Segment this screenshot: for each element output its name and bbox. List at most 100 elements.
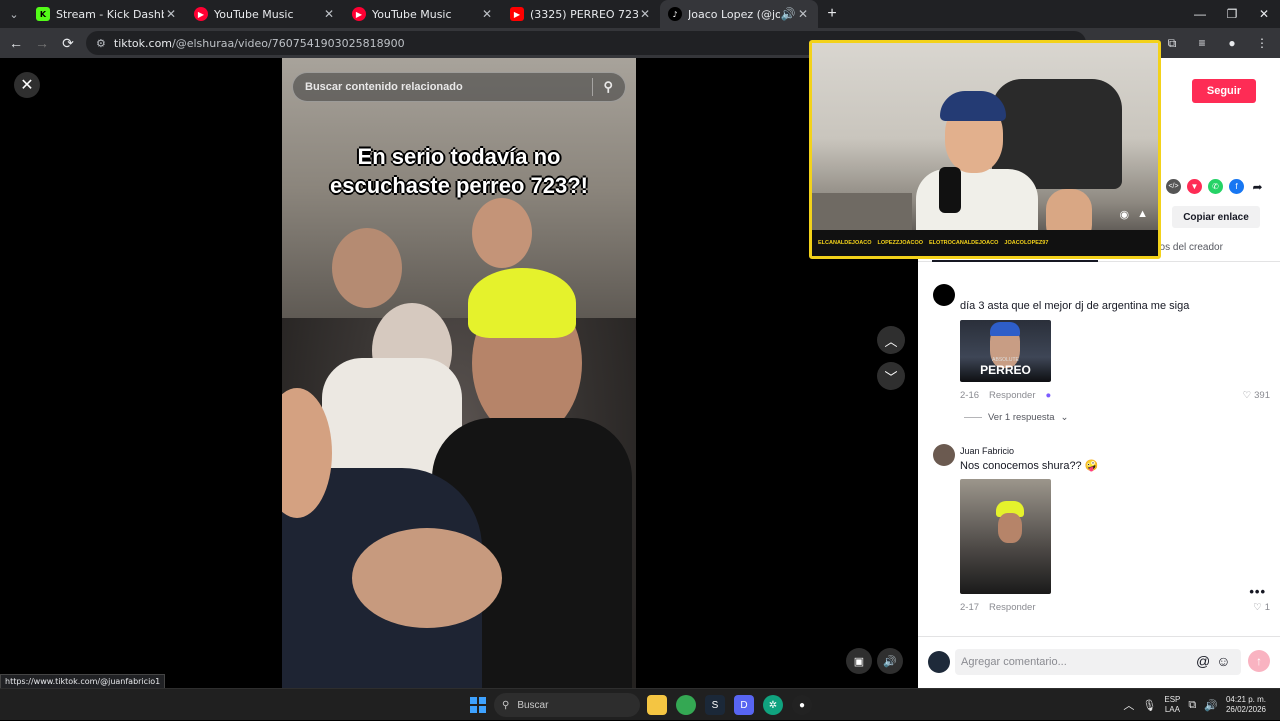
search-icon[interactable]: ⚲ bbox=[603, 79, 613, 95]
whatsapp-icon[interactable]: ✆ bbox=[1208, 179, 1223, 194]
restore-icon[interactable]: ❐ bbox=[1216, 0, 1248, 28]
tab-title: YouTube Music bbox=[372, 7, 452, 21]
embed-icon[interactable]: </> bbox=[1166, 179, 1181, 194]
kick-icon: K bbox=[36, 7, 50, 21]
avatar[interactable] bbox=[933, 444, 955, 466]
comment-date: 2-16 bbox=[960, 390, 980, 401]
user-avatar[interactable] bbox=[928, 651, 950, 673]
avatar[interactable] bbox=[933, 284, 955, 306]
like-count: 391 bbox=[1254, 390, 1270, 401]
reload-icon[interactable]: ⟳ bbox=[56, 31, 80, 55]
taskbar-search[interactable]: ⚲ Buscar bbox=[494, 693, 640, 717]
browser-tab-strip: ⌄ K Stream - Kick Dashboard ✕ ▶ YouTube … bbox=[0, 0, 1280, 28]
search-icon: ⚲ bbox=[502, 699, 510, 711]
adidas-logo-icon: ▲ bbox=[1137, 208, 1148, 220]
microphone-icon[interactable]: 🎙 bbox=[1142, 699, 1156, 712]
site-info-icon[interactable]: ⚙ bbox=[96, 37, 106, 50]
caption-line-2: escuchaste perreo 723?! bbox=[329, 173, 589, 198]
file-explorer-icon[interactable] bbox=[647, 695, 667, 715]
video-stage: ✕ Buscar contenido relacionado ⚲ En seri… bbox=[0, 58, 918, 688]
miniplayer-icon[interactable]: ▣ bbox=[846, 648, 872, 674]
send-arrow-icon[interactable]: ↑ bbox=[1248, 650, 1270, 672]
like-button[interactable]: ♡ 1 bbox=[1253, 602, 1270, 613]
tab-title: Stream - Kick Dashboard bbox=[56, 7, 164, 21]
language-indicator[interactable]: ESP LAA bbox=[1164, 695, 1180, 715]
chrome-icon[interactable] bbox=[676, 695, 696, 715]
window-controls: — ❐ ✕ bbox=[1184, 0, 1280, 28]
emoji-icon[interactable]: ☺ bbox=[1216, 653, 1230, 669]
comment-sticker-image[interactable]: ABSOLUTE PERREO bbox=[960, 320, 1051, 382]
caption-line-1: En serio todavía no bbox=[357, 144, 561, 169]
browser-tab-youtube-music-1[interactable]: ▶ YouTube Music ✕ bbox=[186, 0, 344, 28]
mention-at-icon[interactable]: @ bbox=[1196, 653, 1210, 669]
volume-icon[interactable]: 🔊 bbox=[877, 648, 903, 674]
facebook-icon[interactable]: f bbox=[1229, 179, 1244, 194]
date: 26/02/2026 bbox=[1225, 705, 1266, 714]
close-window-icon[interactable]: ✕ bbox=[1248, 0, 1280, 28]
tab-creator-videos[interactable]: eos del creador bbox=[1154, 242, 1223, 253]
comment-composer: Agregar comentario... @ ☺ ↑ bbox=[918, 636, 1280, 688]
reply-link[interactable]: Responder bbox=[989, 602, 1035, 613]
social-handle: ELCANALDEJOACO bbox=[818, 240, 872, 246]
new-tab-plus-icon[interactable]: + bbox=[818, 0, 846, 28]
status-bar-url: https://www.tiktok.com/@juanfabricio1 bbox=[0, 674, 166, 689]
browser-menu-icon[interactable]: ⋮ bbox=[1250, 31, 1274, 55]
clock[interactable]: 04:21 p. m. 26/02/2026 bbox=[1226, 695, 1266, 715]
tab-title: Joaco Lopez (@joacolopez bbox=[688, 7, 780, 21]
search-placeholder: Buscar contenido relacionado bbox=[305, 81, 463, 93]
minimize-icon[interactable]: — bbox=[1184, 0, 1216, 28]
close-video-button[interactable]: ✕ bbox=[14, 72, 40, 98]
close-tab-icon[interactable]: ✕ bbox=[164, 7, 178, 21]
video-player[interactable]: Buscar contenido relacionado ⚲ En serio … bbox=[282, 58, 636, 688]
view-replies-button[interactable]: Ver 1 respuesta ⌄ bbox=[964, 412, 1069, 423]
steam-icon[interactable]: S bbox=[705, 695, 725, 715]
previous-video-button[interactable]: ︿ bbox=[877, 326, 905, 354]
discord-icon[interactable]: D bbox=[734, 695, 754, 715]
browser-tab-youtube[interactable]: ▶ (3325) PERREO 723 - YouTube ✕ bbox=[502, 0, 660, 28]
share-arrow-icon[interactable]: ➦ bbox=[1250, 179, 1265, 194]
browser-tab-kick[interactable]: K Stream - Kick Dashboard ✕ bbox=[28, 0, 186, 28]
tiktok-icon: ♪ bbox=[668, 7, 682, 21]
comment-username[interactable]: Juan Fabricio bbox=[960, 446, 1014, 456]
thumb-head bbox=[998, 513, 1022, 543]
crowd-head bbox=[472, 198, 532, 268]
more-options-icon[interactable]: ••• bbox=[1249, 584, 1266, 599]
windows-start-icon[interactable] bbox=[470, 697, 486, 713]
close-tab-icon[interactable]: ✕ bbox=[638, 7, 652, 21]
chevron-up-icon[interactable]: ︿ bbox=[1123, 697, 1134, 713]
browser-tab-tiktok[interactable]: ♪ Joaco Lopez (@joacolopez 🔊 ✕ bbox=[660, 0, 818, 28]
heart-icon: ♡ bbox=[1242, 390, 1252, 401]
tab-search-chevron-icon[interactable]: ⌄ bbox=[0, 0, 28, 28]
extensions-puzzle-icon[interactable]: ⧉ bbox=[1160, 31, 1184, 55]
time: 04:21 p. m. bbox=[1225, 695, 1266, 704]
speaker-icon[interactable]: 🔊 bbox=[1204, 699, 1218, 712]
close-tab-icon[interactable]: ✕ bbox=[322, 7, 336, 21]
obs-icon[interactable]: ● bbox=[792, 695, 812, 715]
profile-avatar[interactable]: ● bbox=[1220, 31, 1244, 55]
browser-tab-youtube-music-2[interactable]: ▶ YouTube Music ✕ bbox=[344, 0, 502, 28]
chatgpt-icon[interactable]: ✲ bbox=[763, 695, 783, 715]
comment-date: 2-17 bbox=[960, 602, 980, 613]
related-search-input[interactable]: Buscar contenido relacionado ⚲ bbox=[292, 72, 626, 102]
tab-title: YouTube Music bbox=[214, 7, 294, 21]
social-handle: ELOTROCANALDEJOACO bbox=[929, 240, 999, 246]
reply-link[interactable]: Responder bbox=[989, 390, 1035, 401]
close-tab-icon[interactable]: ✕ bbox=[480, 7, 494, 21]
back-arrow-icon[interactable]: ← bbox=[4, 31, 28, 55]
network-icon[interactable]: ⧉ bbox=[1188, 699, 1196, 712]
media-controls-icon[interactable]: ≡ bbox=[1190, 31, 1214, 55]
repost-icon[interactable]: ▼ bbox=[1187, 179, 1202, 194]
url-path: /@elshuraa/video/7607541903025818900 bbox=[172, 36, 405, 50]
share-icons: </> ▼ ✆ f ➦ bbox=[1166, 179, 1265, 194]
next-video-button[interactable]: ﹀ bbox=[877, 362, 905, 390]
comment-video-thumbnail[interactable] bbox=[960, 479, 1051, 594]
tab-audio-icon[interactable]: 🔊 bbox=[780, 7, 796, 21]
microphone bbox=[939, 167, 961, 213]
comment-meta: 2-17 Responder bbox=[960, 602, 1036, 613]
follow-button[interactable]: Seguir bbox=[1192, 79, 1256, 103]
copy-link-button[interactable]: Copiar enlace bbox=[1172, 206, 1260, 228]
close-tab-icon[interactable]: ✕ bbox=[796, 7, 810, 21]
comment-meta: 2-16 Responder ● bbox=[960, 390, 1051, 401]
forward-arrow-icon[interactable]: → bbox=[30, 31, 54, 55]
like-button[interactable]: ♡ 391 bbox=[1243, 390, 1270, 401]
